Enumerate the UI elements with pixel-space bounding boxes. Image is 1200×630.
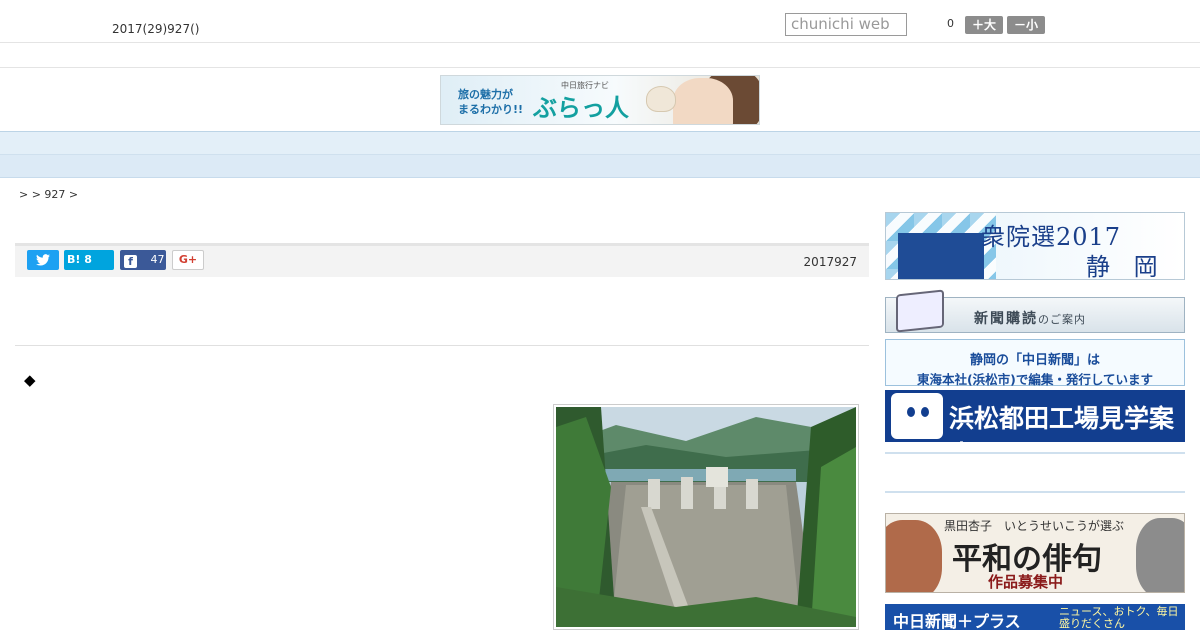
travel-banner-ad[interactable]: 旅の魅力が まるわかり!! 中日旅行ナビ ぶらっ人 <box>440 75 760 125</box>
counter-text: 0 <box>947 17 954 30</box>
font-bigger-button[interactable]: ＋大 <box>965 16 1003 34</box>
search-input[interactable]: chunichi web <box>785 13 907 36</box>
person-photo-left <box>886 520 942 592</box>
bullet-diamond: ◆ <box>24 371 36 389</box>
plus-title: 中日新聞＋プラス <box>893 612 1021 630</box>
diet-building-icon <box>898 233 984 279</box>
divider <box>15 345 869 346</box>
paper-roll-mascot-icon <box>891 393 943 439</box>
newspaper-icon <box>896 289 944 333</box>
facebook-share-button[interactable]: f 47 <box>120 250 166 270</box>
election-region: 静 岡 <box>1086 253 1166 280</box>
sub-nav <box>0 155 1200 178</box>
subscription-main: 新聞購読 <box>974 311 1038 327</box>
election-2017-banner[interactable]: 衆院選2017 静 岡 <box>885 212 1185 280</box>
notice-line-2: 東海本社(浜松市)で編集・発行しています <box>916 372 1154 387</box>
share-bar: B! 8 f 47 G+ 2017927 <box>15 243 869 277</box>
main-nav <box>0 131 1200 155</box>
font-smaller-button[interactable]: －小 <box>1007 16 1045 34</box>
subscription-sub: のご案内 <box>1038 313 1086 326</box>
haiku-sub: 作品募集中 <box>988 573 1064 591</box>
banner-line-2: まるわかり!! <box>458 103 524 116</box>
top-bar: 2017(29)927() chunichi web 0 ＋大 －小 <box>0 0 1200 43</box>
hatena-bookmark-button[interactable]: B! 8 <box>64 250 114 270</box>
subscription-text: 新聞購読のご案内 <box>974 308 1086 328</box>
factory-tour-text: 浜松都田工場見学案内 <box>949 404 1175 442</box>
divider <box>885 491 1185 493</box>
banner-brand: ぶらっ人 <box>533 93 629 122</box>
dam-image <box>556 407 856 627</box>
facebook-share-count: 47 <box>150 253 165 266</box>
current-date: 2017(29)927() <box>112 22 200 36</box>
facebook-icon: f <box>124 255 137 268</box>
person-photo-right <box>1136 518 1184 592</box>
gplus-share-button[interactable]: G+ <box>172 250 204 270</box>
notice-line-1: 静岡の「中日新聞」は <box>969 353 1100 368</box>
dam-illustration <box>556 407 856 627</box>
twitter-icon <box>36 254 50 266</box>
factory-tour-banner[interactable]: 浜松都田工場見学案内 <box>885 390 1185 442</box>
banner-line-1: 旅の魅力が <box>458 88 513 101</box>
article-photo[interactable] <box>553 404 859 630</box>
peace-haiku-banner[interactable]: 黒田杏子 いとうせいこうが選ぶ 平和の俳句 作品募集中 <box>885 513 1185 593</box>
subscription-banner[interactable]: 新聞購読のご案内 <box>885 289 1185 333</box>
breadcrumb[interactable]: > > 927 > <box>19 188 78 201</box>
haiku-top-text: 黒田杏子 いとうせいこうが選ぶ <box>944 519 1125 533</box>
notice-banner[interactable]: 静岡の「中日新聞」は 東海本社(浜松市)で編集・発行しています <box>885 339 1185 387</box>
plus-sub: ニュース、おトク、毎日盛りだくさん <box>1059 605 1179 630</box>
divider <box>885 452 1185 454</box>
chunichi-plus-banner[interactable]: 中日新聞＋プラス ニュース、おトク、毎日盛りだくさん <box>885 604 1185 630</box>
article-date: 2017927 <box>803 255 857 269</box>
banner-shell-icon <box>646 86 676 112</box>
sub-bar <box>0 43 1200 68</box>
banner-model-face <box>673 78 733 124</box>
twitter-share-button[interactable] <box>27 250 59 270</box>
